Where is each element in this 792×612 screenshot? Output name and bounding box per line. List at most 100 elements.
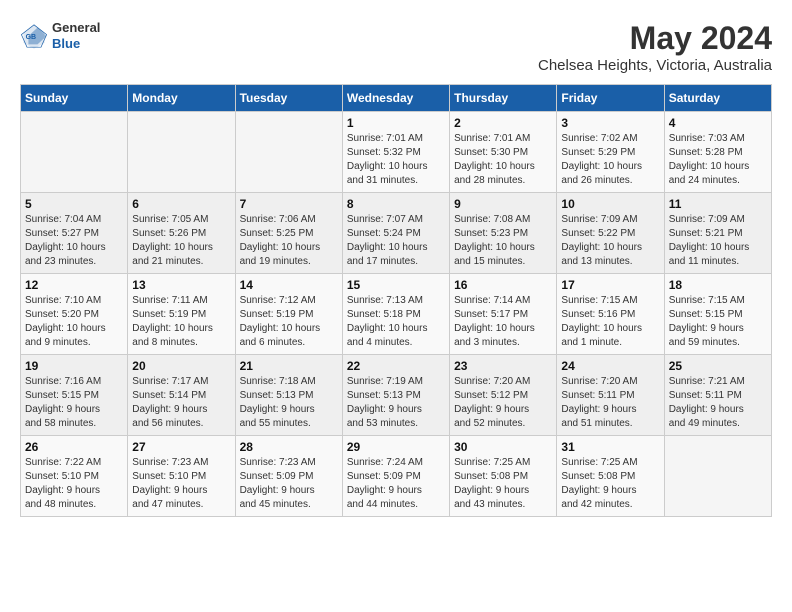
day-detail: Sunrise: 7:23 AM Sunset: 5:10 PM Dayligh… (132, 456, 230, 512)
day-detail: Sunrise: 7:19 AM Sunset: 5:13 PM Dayligh… (347, 375, 445, 431)
calendar-cell: 8 Sunrise: 7:07 AM Sunset: 5:24 PM Daylig… (342, 193, 449, 274)
day-number: 18 (669, 278, 767, 292)
calendar-cell: 19Sunrise: 7:16 AM Sunset: 5:15 PM Dayli… (21, 355, 128, 436)
calendar-cell: 2Sunrise: 7:01 AM Sunset: 5:30 PM Daylig… (450, 112, 557, 193)
day-number: 16 (454, 278, 552, 292)
calendar-cell: 30 Sunrise: 7:25 AM Sunset: 5:08 PM Dayli… (450, 436, 557, 517)
day-detail: Sunrise: 7:23 AM Sunset: 5:09 PM Dayligh… (240, 456, 338, 512)
day-detail: Sunrise: 7:24 AM Sunset: 5:09 PM Dayligh… (347, 456, 445, 512)
calendar-cell: 22 Sunrise: 7:19 AM Sunset: 5:13 PM Dayli… (342, 355, 449, 436)
day-detail: Sunrise: 7:01 AM Sunset: 5:32 PM Dayligh… (347, 132, 445, 188)
day-detail: Sunrise: 7:03 AM Sunset: 5:28 PM Dayligh… (669, 132, 767, 188)
day-detail: Sunrise: 7:20 AM Sunset: 5:12 PM Dayligh… (454, 375, 552, 431)
day-detail: Sunrise: 7:15 AM Sunset: 5:16 PM Dayligh… (561, 294, 659, 350)
day-number: 24 (561, 359, 659, 373)
day-of-week-header: Wednesday (342, 85, 449, 112)
day-number: 6 (132, 197, 230, 211)
day-detail: Sunrise: 7:07 AM Sunset: 5:24 PM Dayligh… (347, 213, 445, 269)
day-detail: Sunrise: 7:05 AM Sunset: 5:26 PM Dayligh… (132, 213, 230, 269)
day-number: 4 (669, 116, 767, 130)
logo-text: General Blue (52, 20, 100, 51)
calendar-week-row: 5 Sunrise: 7:04 AM Sunset: 5:27 PM Daylig… (21, 193, 772, 274)
day-number: 30 (454, 440, 552, 454)
calendar-cell: 13 Sunrise: 7:11 AM Sunset: 5:19 PM Dayli… (128, 274, 235, 355)
day-detail: Sunrise: 7:09 AM Sunset: 5:22 PM Dayligh… (561, 213, 659, 269)
calendar-week-row: 12 Sunrise: 7:10 AM Sunset: 5:20 PM Dayli… (21, 274, 772, 355)
day-number: 29 (347, 440, 445, 454)
day-detail: Sunrise: 7:01 AM Sunset: 5:30 PM Dayligh… (454, 132, 552, 188)
calendar-cell: 26Sunrise: 7:22 AM Sunset: 5:10 PM Dayli… (21, 436, 128, 517)
calendar-cell (235, 112, 342, 193)
calendar-cell: 7 Sunrise: 7:06 AM Sunset: 5:25 PM Daylig… (235, 193, 342, 274)
day-number: 23 (454, 359, 552, 373)
calendar-cell: 18 Sunrise: 7:15 AM Sunset: 5:15 PM Dayli… (664, 274, 771, 355)
day-number: 5 (25, 197, 123, 211)
day-number: 27 (132, 440, 230, 454)
day-detail: Sunrise: 7:04 AM Sunset: 5:27 PM Dayligh… (25, 213, 123, 269)
day-detail: Sunrise: 7:09 AM Sunset: 5:21 PM Dayligh… (669, 213, 767, 269)
title-block: May 2024 Chelsea Heights, Victoria, Aust… (538, 20, 772, 74)
day-number: 8 (347, 197, 445, 211)
day-detail: Sunrise: 7:10 AM Sunset: 5:20 PM Dayligh… (25, 294, 123, 350)
calendar-cell: 25Sunrise: 7:21 AM Sunset: 5:11 PM Dayli… (664, 355, 771, 436)
calendar-cell: 16Sunrise: 7:14 AM Sunset: 5:17 PM Dayli… (450, 274, 557, 355)
day-number: 7 (240, 197, 338, 211)
day-of-week-header: Saturday (664, 85, 771, 112)
day-number: 9 (454, 197, 552, 211)
day-detail: Sunrise: 7:17 AM Sunset: 5:14 PM Dayligh… (132, 375, 230, 431)
page-subtitle: Chelsea Heights, Victoria, Australia (538, 57, 772, 74)
day-number: 15 (347, 278, 445, 292)
day-of-week-header: Sunday (21, 85, 128, 112)
day-detail: Sunrise: 7:02 AM Sunset: 5:29 PM Dayligh… (561, 132, 659, 188)
day-number: 28 (240, 440, 338, 454)
day-detail: Sunrise: 7:12 AM Sunset: 5:19 PM Dayligh… (240, 294, 338, 350)
day-detail: Sunrise: 7:13 AM Sunset: 5:18 PM Dayligh… (347, 294, 445, 350)
calendar-cell: 11Sunrise: 7:09 AM Sunset: 5:21 PM Dayli… (664, 193, 771, 274)
day-detail: Sunrise: 7:25 AM Sunset: 5:08 PM Dayligh… (561, 456, 659, 512)
day-detail: Sunrise: 7:16 AM Sunset: 5:15 PM Dayligh… (25, 375, 123, 431)
day-detail: Sunrise: 7:22 AM Sunset: 5:10 PM Dayligh… (25, 456, 123, 512)
calendar-header: SundayMondayTuesdayWednesdayThursdayFrid… (21, 85, 772, 112)
day-detail: Sunrise: 7:06 AM Sunset: 5:25 PM Dayligh… (240, 213, 338, 269)
calendar-cell: 10 Sunrise: 7:09 AM Sunset: 5:22 PM Dayli… (557, 193, 664, 274)
day-detail: Sunrise: 7:08 AM Sunset: 5:23 PM Dayligh… (454, 213, 552, 269)
calendar-cell: 14 Sunrise: 7:12 AM Sunset: 5:19 PM Dayli… (235, 274, 342, 355)
day-number: 20 (132, 359, 230, 373)
logo-blue: Blue (52, 36, 100, 52)
day-number: 10 (561, 197, 659, 211)
day-detail: Sunrise: 7:15 AM Sunset: 5:15 PM Dayligh… (669, 294, 767, 350)
day-of-week-header: Thursday (450, 85, 557, 112)
calendar-cell: 24 Sunrise: 7:20 AM Sunset: 5:11 PM Dayli… (557, 355, 664, 436)
logo-general: General (52, 20, 100, 36)
calendar-week-row: 1Sunrise: 7:01 AM Sunset: 5:32 PM Daylig… (21, 112, 772, 193)
calendar-body: 1Sunrise: 7:01 AM Sunset: 5:32 PM Daylig… (21, 112, 772, 517)
day-detail: Sunrise: 7:20 AM Sunset: 5:11 PM Dayligh… (561, 375, 659, 431)
calendar-cell (664, 436, 771, 517)
logo: GB General Blue (20, 20, 100, 51)
day-number: 17 (561, 278, 659, 292)
calendar-cell: 3Sunrise: 7:02 AM Sunset: 5:29 PM Daylig… (557, 112, 664, 193)
calendar-cell: 12 Sunrise: 7:10 AM Sunset: 5:20 PM Dayli… (21, 274, 128, 355)
calendar-cell: 1Sunrise: 7:01 AM Sunset: 5:32 PM Daylig… (342, 112, 449, 193)
day-number: 14 (240, 278, 338, 292)
day-of-week-header: Friday (557, 85, 664, 112)
calendar-week-row: 19Sunrise: 7:16 AM Sunset: 5:15 PM Dayli… (21, 355, 772, 436)
day-detail: Sunrise: 7:25 AM Sunset: 5:08 PM Dayligh… (454, 456, 552, 512)
page-header: GB General Blue May 2024 Chelsea Heights… (20, 20, 772, 74)
day-number: 13 (132, 278, 230, 292)
calendar-cell: 23 Sunrise: 7:20 AM Sunset: 5:12 PM Dayli… (450, 355, 557, 436)
day-number: 22 (347, 359, 445, 373)
calendar-cell: 9 Sunrise: 7:08 AM Sunset: 5:23 PM Daylig… (450, 193, 557, 274)
day-number: 12 (25, 278, 123, 292)
calendar-cell: 21Sunrise: 7:18 AM Sunset: 5:13 PM Dayli… (235, 355, 342, 436)
calendar-cell: 5 Sunrise: 7:04 AM Sunset: 5:27 PM Daylig… (21, 193, 128, 274)
day-detail: Sunrise: 7:18 AM Sunset: 5:13 PM Dayligh… (240, 375, 338, 431)
calendar-cell: 28 Sunrise: 7:23 AM Sunset: 5:09 PM Dayli… (235, 436, 342, 517)
calendar-cell: 20 Sunrise: 7:17 AM Sunset: 5:14 PM Dayli… (128, 355, 235, 436)
day-detail: Sunrise: 7:11 AM Sunset: 5:19 PM Dayligh… (132, 294, 230, 350)
calendar-cell: 6 Sunrise: 7:05 AM Sunset: 5:26 PM Daylig… (128, 193, 235, 274)
calendar-table: SundayMondayTuesdayWednesdayThursdayFrid… (20, 84, 772, 517)
days-of-week-row: SundayMondayTuesdayWednesdayThursdayFrid… (21, 85, 772, 112)
logo-icon: GB (20, 22, 48, 50)
page-title: May 2024 (538, 20, 772, 57)
